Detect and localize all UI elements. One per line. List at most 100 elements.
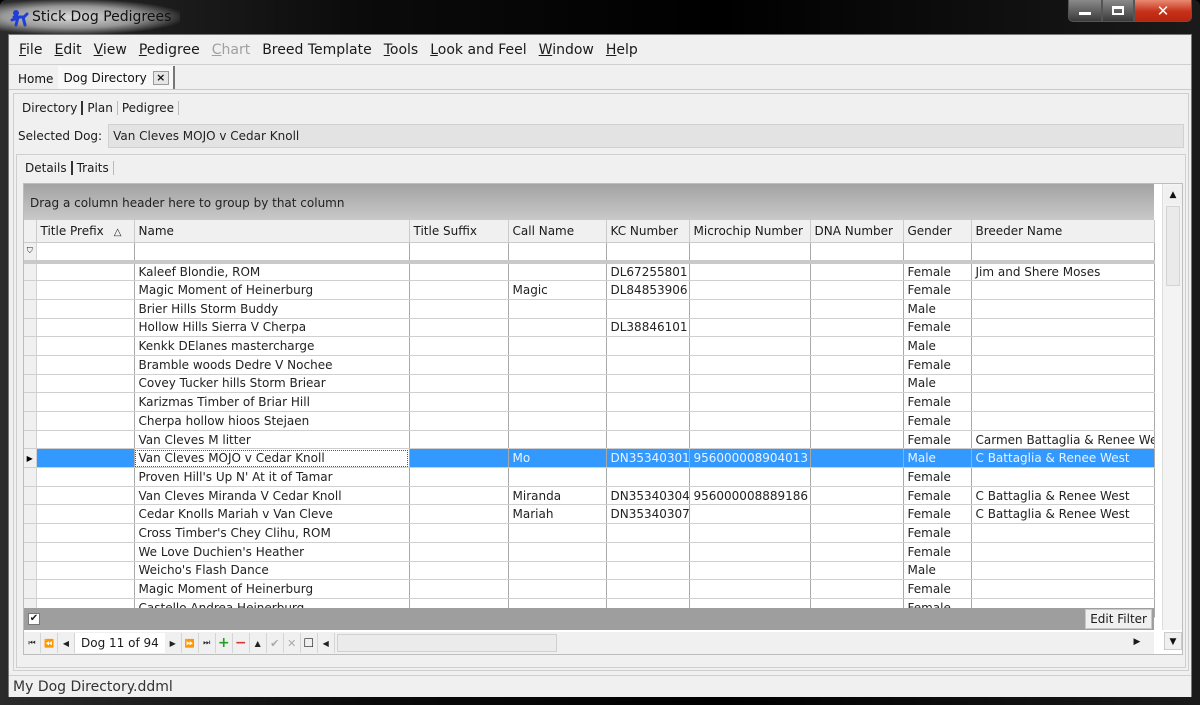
cell-microchip-number[interactable]: 956000008904013	[689, 448, 811, 469]
cell-name[interactable]: We Love Duchien's Heather	[134, 542, 410, 562]
row-indicator[interactable]	[24, 523, 37, 543]
table-row[interactable]: Kaleef Blondie, ROM DL67255801 Female Jim a…	[24, 262, 1155, 282]
cell-microchip-number[interactable]	[689, 318, 811, 338]
scroll-left-button[interactable]: ◀	[318, 633, 335, 653]
edit-record-button[interactable]: ▲	[250, 633, 267, 653]
menu-edit[interactable]: Edit	[48, 42, 87, 58]
scroll-up-button[interactable]: ▲	[1164, 186, 1182, 204]
menu-look-and-feel[interactable]: Look and Feel	[424, 42, 532, 58]
table-row[interactable]: Kenkk DElanes mastercharge Male	[24, 336, 1155, 356]
filter-cell-title-prefix[interactable]	[36, 242, 135, 264]
cell-kc-number[interactable]: DL38846101	[606, 318, 690, 338]
cell-microchip-number[interactable]	[689, 355, 811, 375]
cell-name[interactable]: Cross Timber's Chey Clihu, ROM	[134, 523, 410, 543]
menu-file[interactable]: File	[13, 42, 48, 58]
cell-breeder-name[interactable]	[971, 336, 1155, 356]
cell-title-suffix[interactable]	[409, 561, 509, 581]
row-indicator[interactable]	[24, 486, 37, 506]
table-row[interactable]: Magic Moment of Heinerburg Female	[24, 579, 1155, 599]
cell-call-name[interactable]	[508, 374, 607, 394]
cell-breeder-name[interactable]: Jim and Shere Moses	[971, 262, 1155, 282]
tab-details[interactable]: Details	[21, 161, 73, 175]
row-indicator[interactable]	[24, 280, 37, 300]
tab-pedigree[interactable]: Pedigree	[118, 101, 180, 115]
cell-call-name[interactable]	[508, 579, 607, 599]
add-record-button[interactable]: +	[216, 633, 233, 653]
cell-gender[interactable]: Female	[903, 523, 972, 543]
cell-microchip-number[interactable]	[689, 280, 811, 300]
cell-dna-number[interactable]	[810, 579, 904, 599]
cell-title-prefix[interactable]	[36, 374, 135, 394]
cell-kc-number[interactable]: DN35340307	[606, 504, 690, 525]
cell-title-suffix[interactable]	[409, 280, 509, 300]
cell-breeder-name[interactable]	[971, 467, 1155, 487]
cell-title-suffix[interactable]	[409, 318, 509, 338]
table-row[interactable]: Brier Hills Storm Buddy Male	[24, 299, 1155, 319]
delete-record-button[interactable]: −	[233, 633, 250, 653]
cell-dna-number[interactable]	[810, 392, 904, 412]
cell-kc-number[interactable]	[606, 355, 690, 375]
vertical-scrollbar[interactable]: ▲ ▼	[1162, 184, 1182, 650]
previous-record-button[interactable]: ◀	[58, 633, 75, 653]
cell-dna-number[interactable]	[810, 280, 904, 300]
cell-title-suffix[interactable]	[409, 430, 509, 450]
filter-enabled-checkbox[interactable]: ✔	[28, 613, 40, 625]
cell-title-suffix[interactable]	[409, 336, 509, 356]
filter-cell-microchip-number[interactable]	[689, 242, 811, 264]
cell-name[interactable]: Covey Tucker hills Storm Briear	[134, 374, 410, 394]
cell-call-name[interactable]: Miranda	[508, 486, 607, 506]
cell-title-prefix[interactable]	[36, 318, 135, 338]
cell-call-name[interactable]	[508, 467, 607, 487]
cell-gender[interactable]: Male	[903, 374, 972, 394]
cell-kc-number[interactable]	[606, 542, 690, 562]
cell-microchip-number[interactable]	[689, 336, 811, 356]
cell-dna-number[interactable]	[810, 561, 904, 581]
cell-kc-number[interactable]	[606, 299, 690, 319]
cell-name[interactable]: Van Cleves Miranda V Cedar Knoll	[134, 486, 410, 506]
cell-title-suffix[interactable]	[409, 299, 509, 319]
row-indicator[interactable]	[24, 262, 37, 282]
cell-kc-number[interactable]	[606, 561, 690, 581]
edit-filter-button[interactable]: Edit Filter	[1085, 609, 1152, 629]
table-row[interactable]: We Love Duchien's Heather Female	[24, 542, 1155, 562]
last-record-button[interactable]: ⏭	[199, 633, 216, 653]
cell-dna-number[interactable]	[810, 318, 904, 338]
cell-call-name[interactable]	[508, 392, 607, 412]
cell-breeder-name[interactable]	[971, 411, 1155, 431]
cell-title-suffix[interactable]	[409, 374, 509, 394]
cell-title-suffix[interactable]	[409, 448, 509, 469]
cell-name[interactable]: Karizmas Timber of Briar Hill	[134, 392, 410, 412]
refresh-button[interactable]: ☐	[301, 633, 318, 653]
table-row[interactable]: Van Cleves Miranda V Cedar Knoll Miranda D…	[24, 486, 1155, 506]
cell-title-prefix[interactable]	[36, 430, 135, 450]
table-row[interactable]: Covey Tucker hills Storm Briear Male	[24, 374, 1155, 394]
cell-title-prefix[interactable]	[36, 561, 135, 581]
column-header-kc-number[interactable]: KC Number	[606, 220, 690, 243]
filter-cell-title-suffix[interactable]	[409, 242, 509, 264]
cell-kc-number[interactable]	[606, 579, 690, 599]
cell-kc-number[interactable]	[606, 467, 690, 487]
table-row[interactable]: Cherpa hollow hioos Stejaen Female	[24, 411, 1155, 431]
cell-dna-number[interactable]	[810, 374, 904, 394]
column-header-title-prefix[interactable]: Title Prefix △	[36, 220, 135, 243]
cell-breeder-name[interactable]	[971, 523, 1155, 543]
cancel-edit-button[interactable]: ✕	[284, 633, 301, 653]
cell-call-name[interactable]	[508, 318, 607, 338]
cell-name[interactable]: Kaleef Blondie, ROM	[134, 262, 410, 282]
cell-microchip-number[interactable]: 956000008889186	[689, 486, 811, 506]
cell-gender[interactable]: Female	[903, 430, 972, 450]
cell-breeder-name[interactable]	[971, 355, 1155, 375]
cell-kc-number[interactable]: DL67255801	[606, 262, 690, 282]
cell-title-prefix[interactable]	[36, 355, 135, 375]
cell-name[interactable]: Magic Moment of Heinerburg	[134, 579, 410, 599]
cell-call-name[interactable]	[508, 430, 607, 450]
cell-title-prefix[interactable]	[36, 542, 135, 562]
row-indicator[interactable]	[24, 318, 37, 338]
cell-kc-number[interactable]	[606, 374, 690, 394]
cell-call-name[interactable]: Mariah	[508, 504, 607, 525]
post-edit-button[interactable]: ✔	[267, 633, 284, 653]
cell-call-name[interactable]	[508, 542, 607, 562]
cell-microchip-number[interactable]	[689, 299, 811, 319]
horizontal-scrollbar[interactable]	[336, 634, 557, 652]
cell-breeder-name[interactable]	[971, 579, 1155, 599]
